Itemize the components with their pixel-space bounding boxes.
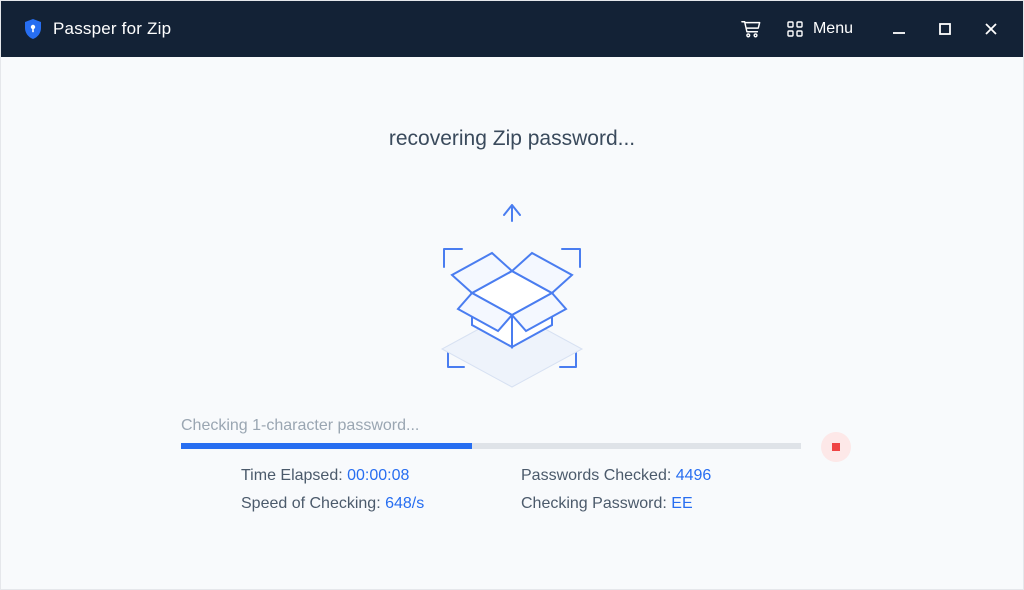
illustration bbox=[1, 197, 1023, 417]
speed-value: 648/s bbox=[385, 495, 424, 512]
progress-bar bbox=[181, 443, 801, 449]
titlebar: Passper for Zip bbox=[1, 1, 1023, 57]
cart-icon[interactable] bbox=[741, 19, 761, 39]
checking-password-label: Checking Password: bbox=[521, 495, 671, 512]
stat-checking-password: Checking Password: EE bbox=[521, 495, 843, 513]
maximize-icon[interactable] bbox=[935, 19, 955, 39]
menu-label: Menu bbox=[813, 20, 853, 38]
passwords-checked-value: 4496 bbox=[676, 467, 712, 484]
time-elapsed-label: Time Elapsed: bbox=[241, 467, 347, 484]
time-elapsed-value: 00:00:08 bbox=[347, 467, 409, 484]
speed-label: Speed of Checking: bbox=[241, 495, 385, 512]
stats-grid: Time Elapsed: 00:00:08 Passwords Checked… bbox=[241, 467, 843, 513]
stat-time-elapsed: Time Elapsed: 00:00:08 bbox=[241, 467, 521, 485]
grid-icon bbox=[785, 19, 805, 39]
app-window: Passper for Zip bbox=[0, 0, 1024, 590]
progress-title: recovering Zip password... bbox=[1, 127, 1023, 151]
stat-passwords-checked: Passwords Checked: 4496 bbox=[521, 467, 843, 485]
progress-fill bbox=[181, 443, 472, 449]
app-shield-icon bbox=[23, 19, 43, 39]
minimize-icon[interactable] bbox=[889, 19, 909, 39]
close-icon[interactable] bbox=[981, 19, 1001, 39]
app-title: Passper for Zip bbox=[53, 19, 171, 39]
stop-icon bbox=[832, 443, 840, 451]
status-text: Checking 1-character password... bbox=[181, 417, 419, 435]
passwords-checked-label: Passwords Checked: bbox=[521, 467, 676, 484]
window-controls bbox=[889, 19, 1001, 39]
menu-button[interactable]: Menu bbox=[785, 19, 853, 39]
content-area: recovering Zip password... bbox=[1, 57, 1023, 589]
titlebar-left: Passper for Zip bbox=[23, 19, 171, 39]
titlebar-right: Menu bbox=[741, 19, 1001, 39]
checking-password-value: EE bbox=[671, 495, 692, 512]
stat-speed: Speed of Checking: 648/s bbox=[241, 495, 521, 513]
stop-button[interactable] bbox=[821, 432, 851, 462]
